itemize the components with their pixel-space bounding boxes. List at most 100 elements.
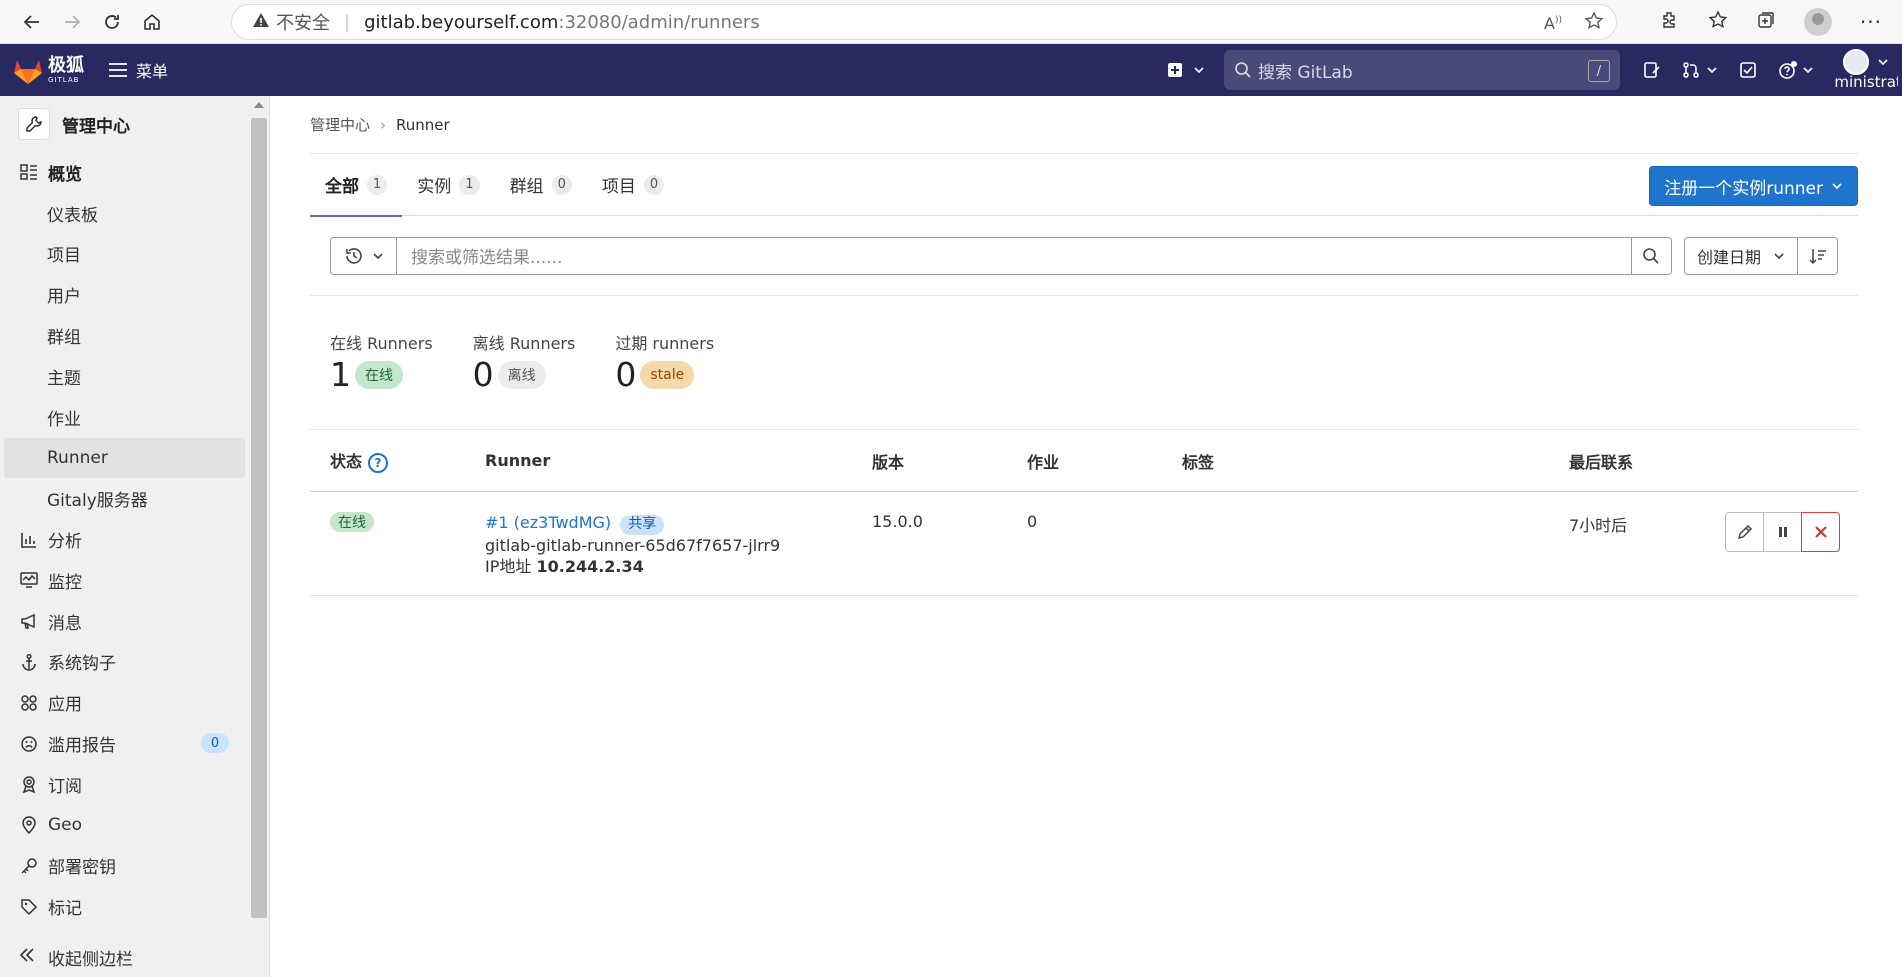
merge-requests-button[interactable] xyxy=(1672,61,1728,79)
user-menu[interactable]: Administrator xyxy=(1834,49,1898,91)
sort-field-dropdown[interactable]: 创建日期 xyxy=(1683,236,1798,275)
browser-profile-avatar[interactable] xyxy=(1803,8,1832,36)
sidebar-item-label: 部署密钥 xyxy=(48,858,116,879)
help-icon[interactable]: ? xyxy=(368,452,389,473)
home-button[interactable] xyxy=(132,2,172,42)
main-menu-button[interactable]: 菜单 xyxy=(108,58,168,82)
sidebar-item-gitaly[interactable]: Gitaly服务器 xyxy=(0,478,269,519)
sidebar-item-abuse-reports[interactable]: 滥用报告 0 xyxy=(0,723,269,764)
breadcrumb-root[interactable]: 管理中心 xyxy=(310,114,370,135)
history-icon xyxy=(345,247,362,264)
key-icon xyxy=(18,857,40,875)
scroll-up-arrow-icon[interactable] xyxy=(254,102,264,108)
tab-count: 1 xyxy=(459,174,480,195)
extensions-icon[interactable] xyxy=(1660,10,1680,34)
sidebar-item-runner[interactable]: Runner xyxy=(4,437,245,479)
back-arrow-icon xyxy=(23,14,39,29)
sidebar-item-system-hooks[interactable]: 系统钩子 xyxy=(0,642,269,683)
register-instance-runner-button[interactable]: 注册一个实例runner xyxy=(1649,166,1858,206)
sidebar-item-projects[interactable]: 项目 xyxy=(0,234,269,275)
edit-runner-button[interactable] xyxy=(1725,512,1764,552)
sidebar-item-subscription[interactable]: 订阅 xyxy=(0,764,269,805)
merge-request-icon xyxy=(1683,62,1699,78)
reload-button[interactable] xyxy=(92,2,132,42)
sidebar-item-monitoring[interactable]: 监控 xyxy=(0,560,269,601)
sidebar-item-applications[interactable]: 应用 xyxy=(0,682,269,723)
tab-groups[interactable]: 群组 0 xyxy=(495,154,587,216)
todos-button[interactable] xyxy=(1728,61,1768,79)
read-aloud-icon[interactable]: A)) xyxy=(1544,14,1562,33)
ip-address: 10.244.2.34 xyxy=(536,556,644,576)
chevron-down-icon xyxy=(1803,67,1813,74)
new-item-button[interactable] xyxy=(1160,62,1212,78)
collapse-sidebar-button[interactable]: 收起侧边栏 xyxy=(0,937,250,977)
sidebar-item-label: 消息 xyxy=(48,613,82,634)
chevron-down-icon xyxy=(1832,183,1842,190)
status-badge: 离线 xyxy=(497,360,546,389)
sidebar-scroll-thumb[interactable] xyxy=(251,118,267,918)
back-button[interactable] xyxy=(12,2,52,42)
runner-link[interactable]: #1 (ez3TwdMG) xyxy=(485,513,611,532)
runner-version: 15.0.0 xyxy=(872,512,923,531)
sidebar-item-overview[interactable]: 概览 xyxy=(0,152,269,193)
sidebar-item-label: 群组 xyxy=(47,328,81,349)
add-favorite-icon[interactable] xyxy=(1584,10,1604,36)
stat-offline: 离线 Runners 0 离线 xyxy=(473,330,576,429)
pause-runner-button[interactable] xyxy=(1763,512,1802,552)
chevron-down-icon xyxy=(372,252,383,259)
recent-searches-button[interactable] xyxy=(330,236,396,275)
sidebar-item-deploy-keys[interactable]: 部署密钥 xyxy=(0,846,269,887)
subscription-icon xyxy=(18,775,40,794)
sidebar-title[interactable]: 管理中心 xyxy=(0,96,269,152)
url-path: :32080/admin/runners xyxy=(558,11,760,33)
forward-button[interactable] xyxy=(52,2,92,42)
register-button-label: 注册一个实例runner xyxy=(1664,178,1823,199)
address-bar[interactable]: 不安全 | gitlab.beyourself.com :32080/admin… xyxy=(231,4,1617,40)
logo-subtext: GITLAB xyxy=(48,75,80,84)
sidebar-item-users[interactable]: 用户 xyxy=(0,274,269,315)
tab-instance[interactable]: 实例 1 xyxy=(402,154,494,216)
tab-all[interactable]: 全部 1 xyxy=(310,154,403,217)
collections-icon[interactable] xyxy=(1756,10,1776,34)
breadcrumb-current[interactable]: Runner xyxy=(396,116,450,134)
search-input[interactable]: 搜索 GitLab / xyxy=(1224,50,1620,90)
sidebar-item-labels[interactable]: 标记 xyxy=(0,886,269,927)
breadcrumb-separator-icon: › xyxy=(380,115,387,134)
sidebar-scrollbar[interactable] xyxy=(249,96,267,936)
stat-value: 0 xyxy=(472,355,494,394)
sidebar-item-label: 仪表板 xyxy=(47,205,98,226)
double-chevron-left-icon xyxy=(18,946,40,969)
sidebar-item-jobs[interactable]: 作业 xyxy=(0,397,269,438)
status-badge: 在线 xyxy=(330,512,374,532)
sort-direction-button[interactable] xyxy=(1798,236,1838,275)
filter-search-input[interactable]: 搜索或筛选结果...... xyxy=(396,236,1632,275)
filter-search-button[interactable] xyxy=(1631,236,1672,275)
ip-label: IP地址 xyxy=(485,556,532,576)
tab-projects[interactable]: 项目 0 xyxy=(587,154,679,216)
url-host: gitlab.beyourself.com xyxy=(364,11,559,33)
sidebar-item-geo[interactable]: Geo xyxy=(0,805,269,846)
sidebar-item-messages[interactable]: 消息 xyxy=(0,601,269,642)
shared-badge: 共享 xyxy=(620,514,665,535)
sidebar-item-analytics[interactable]: 分析 xyxy=(0,519,269,560)
sidebar-item-groups[interactable]: 群组 xyxy=(0,315,269,356)
sidebar-item-topics[interactable]: 主题 xyxy=(0,356,269,397)
gitlab-logo[interactable]: 极狐 GITLAB xyxy=(12,55,84,85)
sidebar-item-label: 主题 xyxy=(47,368,81,389)
more-menu-icon[interactable]: ··· xyxy=(1860,10,1882,34)
chevron-down-icon xyxy=(1194,67,1204,74)
filter-placeholder: 搜索或筛选结果...... xyxy=(411,248,563,268)
stat-online: 在线 Runners 1 在线 xyxy=(330,330,433,429)
status-badge: stale xyxy=(640,360,695,389)
tab-label: 项目 xyxy=(601,177,636,197)
chevron-down-icon xyxy=(1774,252,1784,259)
sidebar-item-dashboard[interactable]: 仪表板 xyxy=(0,193,269,234)
todo-check-icon xyxy=(1740,62,1756,78)
help-button[interactable] xyxy=(1768,60,1824,80)
sidebar-item-label: 用户 xyxy=(47,287,81,308)
monitor-icon xyxy=(18,571,40,589)
sort-descending-icon xyxy=(1808,248,1826,264)
issues-button[interactable] xyxy=(1632,61,1672,79)
favorites-icon[interactable] xyxy=(1708,10,1728,34)
delete-runner-button[interactable] xyxy=(1801,512,1840,552)
